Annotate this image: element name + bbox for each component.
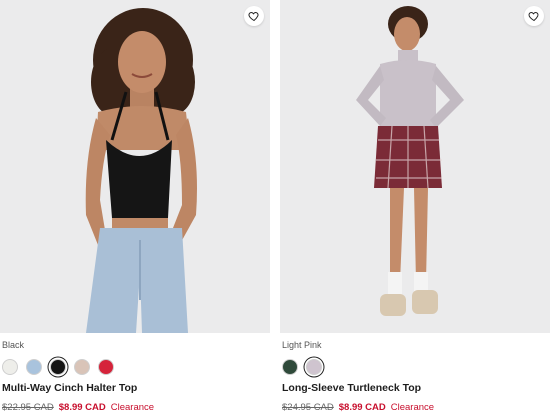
sale-price: $8.99 CAD bbox=[58, 402, 106, 413]
original-price: $24.95 CAD bbox=[282, 402, 334, 413]
heart-icon bbox=[248, 11, 259, 22]
swatch-black[interactable] bbox=[50, 359, 66, 375]
product-title-link[interactable]: Long-Sleeve Turtleneck Top bbox=[282, 382, 421, 394]
swatch-floral[interactable] bbox=[74, 359, 90, 375]
product-image[interactable] bbox=[0, 0, 270, 333]
swatch-light-pink[interactable] bbox=[306, 359, 322, 375]
color-swatches bbox=[282, 359, 322, 375]
clearance-badge: Clearance bbox=[390, 402, 435, 413]
swatch-light-blue[interactable] bbox=[26, 359, 42, 375]
heart-icon bbox=[528, 11, 539, 22]
selected-color-label: Light Pink bbox=[282, 340, 322, 350]
product-card[interactable]: Black Multi-Way Cinch Halter Top $22.95 … bbox=[0, 0, 270, 420]
swatch-red[interactable] bbox=[98, 359, 114, 375]
original-price: $22.95 CAD bbox=[2, 402, 54, 413]
color-swatches bbox=[2, 359, 114, 375]
price-row: $22.95 CAD $8.99 CAD Clearance bbox=[2, 402, 154, 413]
sale-price: $8.99 CAD bbox=[338, 402, 386, 413]
clearance-badge: Clearance bbox=[110, 402, 155, 413]
price-row: $24.95 CAD $8.99 CAD Clearance bbox=[282, 402, 434, 413]
product-grid: Black Multi-Way Cinch Halter Top $22.95 … bbox=[0, 0, 550, 420]
product-card[interactable]: Light Pink Long-Sleeve Turtleneck Top $2… bbox=[280, 0, 550, 420]
product-title-link[interactable]: Multi-Way Cinch Halter Top bbox=[2, 382, 137, 394]
swatch-dark-green[interactable] bbox=[282, 359, 298, 375]
model-photo bbox=[0, 0, 270, 333]
selected-color-label: Black bbox=[2, 340, 25, 350]
wishlist-button[interactable] bbox=[244, 6, 264, 26]
model-photo bbox=[280, 0, 550, 333]
product-image[interactable] bbox=[280, 0, 550, 333]
wishlist-button[interactable] bbox=[524, 6, 544, 26]
swatch-white[interactable] bbox=[2, 359, 18, 375]
